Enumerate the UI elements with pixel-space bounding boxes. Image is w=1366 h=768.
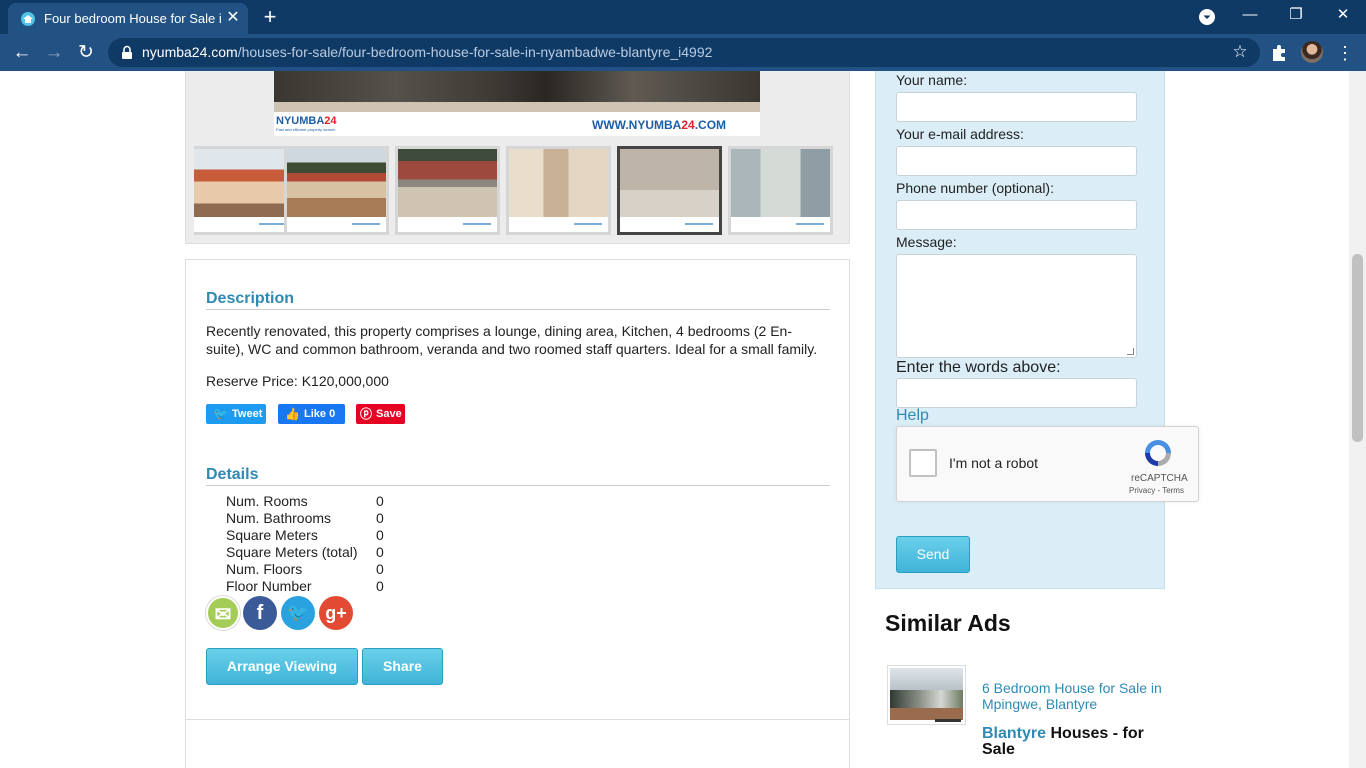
tab-strip: Four bedroom House for Sale in Nyambadwe… <box>0 0 1366 34</box>
forward-arrow-icon[interactable]: → <box>42 41 66 65</box>
thumbnail-kitchen[interactable] <box>506 146 611 235</box>
detail-label: Num. Floors <box>226 561 303 577</box>
recaptcha-checkbox[interactable] <box>909 449 937 477</box>
detail-label: Num. Bathrooms <box>226 510 332 526</box>
restore-button[interactable]: ❐ <box>1273 4 1319 28</box>
details-heading: Details <box>206 466 830 486</box>
detail-label: Square Meters (total) <box>226 544 358 560</box>
url-host: nyumba24.com <box>142 44 238 60</box>
thumbnail-house-exterior-front[interactable] <box>194 146 288 235</box>
lock-icon <box>122 45 132 59</box>
tab-close-icon[interactable]: ✕ <box>224 9 242 27</box>
section-divider <box>186 719 849 720</box>
browser-toolbar: ← → ↻ nyumba24.com/houses-for-sale/four-… <box>0 34 1366 71</box>
phone-field[interactable] <box>896 200 1137 230</box>
description-text: Recently renovated, this property compri… <box>206 323 818 357</box>
detail-row: Num. Rooms 0 <box>226 493 384 510</box>
email-label: Your e-mail address: <box>896 126 1024 142</box>
recaptcha-brand: reCAPTCHA <box>1131 473 1188 484</box>
tweet-button[interactable]: 🐦 Tweet <box>206 404 266 424</box>
google-plus-share-icon[interactable]: g+ <box>319 596 353 630</box>
resize-handle-icon[interactable] <box>1127 348 1134 355</box>
thumbnail-living-room-active[interactable] <box>617 146 722 235</box>
logo-tagline: Fast and efficient property search <box>276 127 336 132</box>
detail-value: 0 <box>376 510 384 526</box>
thumbs-up-icon: 👍 <box>285 407 300 421</box>
recaptcha-widget: I'm not a robot reCAPTCHA Privacy - Term… <box>896 426 1199 502</box>
minimize-button[interactable]: — <box>1227 4 1273 28</box>
similar-ad-thumbnail[interactable] <box>887 665 966 725</box>
thumbnail-yard-wall[interactable] <box>395 146 500 235</box>
pinterest-save-button[interactable]: ⓟ Save <box>356 404 405 424</box>
detail-row: Square Meters (total) 0 <box>226 544 384 561</box>
profile-avatar[interactable] <box>1301 41 1323 63</box>
detail-row: Num. Bathrooms 0 <box>226 510 384 527</box>
similar-ads-heading: Similar Ads <box>885 610 1011 636</box>
message-textarea[interactable] <box>896 254 1137 358</box>
detail-label: Num. Rooms <box>226 493 308 509</box>
captcha-words-label: Enter the words above: <box>896 359 1061 376</box>
detail-row: Floor Number 0 <box>226 578 384 595</box>
close-window-button[interactable]: ✕ <box>1320 4 1366 28</box>
reload-icon[interactable]: ↻ <box>74 41 98 65</box>
thumbnail-corridor[interactable] <box>728 146 833 235</box>
listing-details-panel: Description Recently renovated, this pro… <box>185 259 850 768</box>
main-photo[interactable]: NYUMBA24 Fast and efficient property sea… <box>274 71 760 136</box>
site-favicon-icon <box>21 12 35 26</box>
detail-value: 0 <box>376 527 384 543</box>
watermark-banner: NYUMBA24 Fast and efficient property sea… <box>274 112 760 136</box>
url-path: /houses-for-sale/four-bedroom-house-for-… <box>237 44 713 60</box>
extensions-puzzle-icon[interactable] <box>1268 42 1290 64</box>
arrange-viewing-button[interactable]: Arrange Viewing <box>206 648 358 685</box>
reserve-price: Reserve Price: K120,000,000 <box>206 373 389 389</box>
message-label: Message: <box>896 234 957 250</box>
facebook-like-button[interactable]: 👍 Like 0 <box>278 404 345 424</box>
similar-ad-title-link[interactable]: 6 Bedroom House for Sale in Mpingwe, Bla… <box>982 680 1162 712</box>
detail-row: Num. Floors 0 <box>226 561 384 578</box>
detail-value: 0 <box>376 493 384 509</box>
facebook-share-icon[interactable]: f <box>243 596 277 630</box>
name-label: Your name: <box>896 72 968 88</box>
back-arrow-icon[interactable]: ← <box>10 41 34 65</box>
email-share-icon[interactable]: ✉ <box>206 596 240 630</box>
photo-gallery: NYUMBA24 Fast and efficient property sea… <box>185 71 850 244</box>
detail-label: Square Meters <box>226 527 318 543</box>
bookmark-star-icon[interactable]: ☆ <box>1230 42 1250 62</box>
browser-tab-active[interactable]: Four bedroom House for Sale in Nyambadwe… <box>8 3 248 34</box>
similar-ad-category: Blantyre Houses - for Sale <box>982 725 1144 758</box>
twitter-bird-icon: 🐦 <box>213 407 228 421</box>
detail-value: 0 <box>376 561 384 577</box>
thumbnail-house-exterior-side[interactable] <box>284 146 389 235</box>
page-viewport: NYUMBA24 Fast and efficient property sea… <box>0 71 1366 768</box>
email-field[interactable] <box>896 146 1137 176</box>
captcha-help-link[interactable]: Help <box>896 407 929 425</box>
detail-value: 0 <box>376 578 384 594</box>
browser-menu-icon[interactable]: ⋮ <box>1336 42 1354 64</box>
contact-form: Your name: Your e-mail address: Phone nu… <box>875 71 1199 589</box>
recaptcha-logo-icon <box>1145 440 1171 466</box>
url-text: nyumba24.com/houses-for-sale/four-bedroo… <box>142 44 712 60</box>
detail-value: 0 <box>376 544 384 560</box>
send-button[interactable]: Send <box>896 536 970 573</box>
recaptcha-terms-links[interactable]: Privacy - Terms <box>1129 486 1184 495</box>
share-button[interactable]: Share <box>362 648 443 685</box>
detail-label: Floor Number <box>226 578 312 594</box>
page-scrollbar[interactable] <box>1349 71 1366 768</box>
captcha-words-field[interactable] <box>896 378 1137 408</box>
scrollbar-thumb[interactable] <box>1352 254 1363 442</box>
phone-label: Phone number (optional): <box>896 180 1054 196</box>
nyumba24-logo: NYUMBA24 <box>276 115 337 127</box>
new-tab-button[interactable]: + <box>258 6 282 30</box>
description-heading: Description <box>206 290 830 310</box>
twitter-share-icon[interactable]: 🐦 <box>281 596 315 630</box>
detail-row: Square Meters 0 <box>226 527 384 544</box>
watermark-url: WWW.NYUMBA24.COM <box>592 118 727 132</box>
name-field[interactable] <box>896 92 1137 122</box>
address-bar[interactable]: nyumba24.com/houses-for-sale/four-bedroo… <box>108 38 1260 67</box>
tab-title: Four bedroom House for Sale in Nyambadwe <box>44 11 222 26</box>
recaptcha-label: I'm not a robot <box>949 455 1039 471</box>
pinterest-icon: ⓟ <box>360 407 373 421</box>
tab-search-icon[interactable] <box>1198 8 1216 26</box>
similar-ad-city-link[interactable]: Blantyre <box>982 725 1046 742</box>
